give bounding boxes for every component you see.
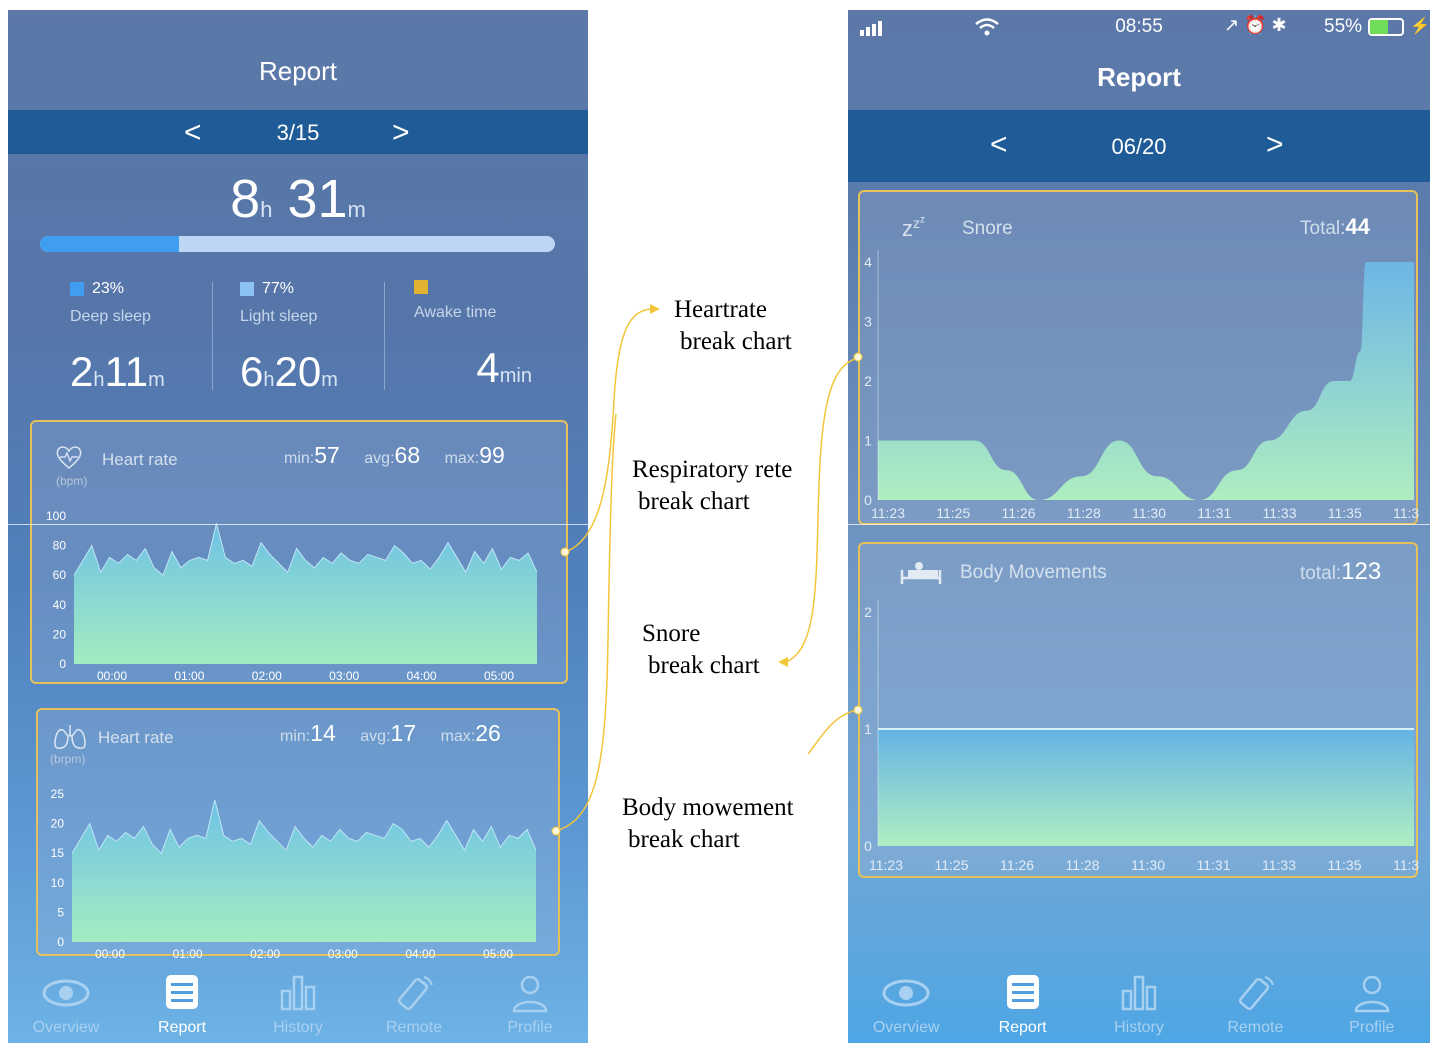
connector-body bbox=[807, 709, 859, 755]
arrowhead bbox=[650, 304, 660, 314]
connector-dot bbox=[853, 352, 863, 362]
connector-dot bbox=[560, 547, 570, 557]
connector-heartrate bbox=[564, 308, 653, 553]
connector-dot bbox=[551, 826, 561, 836]
comparison-figure: Report < 3/15 > 8h 31m 23% Deep sleep 2h… bbox=[0, 0, 1436, 1043]
connector-dot bbox=[853, 705, 863, 715]
connector-snore bbox=[785, 357, 859, 663]
arrowhead bbox=[778, 657, 788, 667]
annotation-connectors bbox=[551, 304, 863, 836]
